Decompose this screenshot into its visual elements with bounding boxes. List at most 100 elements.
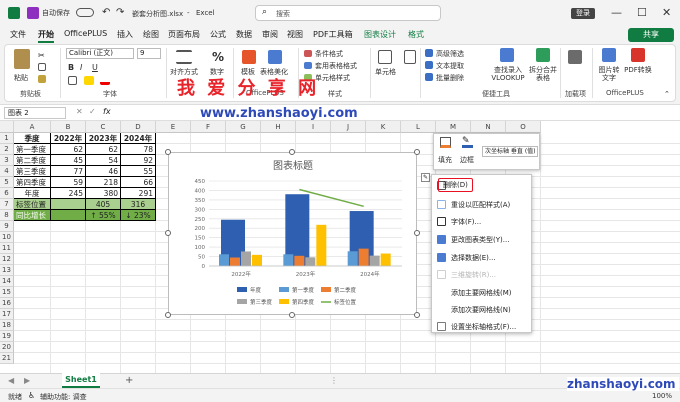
growth-cell[interactable]: 同比增长	[14, 210, 51, 221]
column-header-F[interactable]: F	[191, 121, 226, 133]
row-header-17[interactable]: 17	[0, 309, 14, 320]
growth-cell[interactable]	[51, 210, 86, 221]
table-cell[interactable]: 第二季度	[14, 155, 51, 166]
row-header-3[interactable]: 3	[0, 155, 14, 166]
table-cell[interactable]: 年度	[14, 188, 51, 199]
share-button[interactable]: 共享	[628, 28, 674, 42]
advanced-filter-button[interactable]: 高级筛选	[436, 49, 464, 59]
menu-insert[interactable]: 插入	[117, 29, 133, 40]
select-all-corner[interactable]	[0, 121, 14, 133]
advanced-filter-icon[interactable]	[425, 49, 433, 57]
search-box[interactable]: ⌕ 搜索	[255, 5, 441, 21]
row-header-20[interactable]: 20	[0, 342, 14, 353]
split-merge-button[interactable]: 拆分合并表格	[528, 66, 558, 82]
resize-handle-bl[interactable]	[165, 312, 171, 318]
menu-data[interactable]: 数据	[236, 29, 252, 40]
vlookup-button[interactable]: 查找录入 VLOOKUP	[488, 66, 528, 82]
table-cell[interactable]: 54	[86, 155, 121, 166]
resize-handle-tm[interactable]	[289, 149, 295, 155]
add-sheet-button[interactable]: +	[125, 375, 133, 386]
cond-format-button[interactable]: 条件格式	[315, 49, 343, 59]
context-menu-item[interactable]: 添加次要网格线(N)	[432, 302, 533, 318]
sheet-prev-icon[interactable]: ◀	[8, 376, 14, 385]
zoom-level[interactable]: 100%	[652, 392, 672, 400]
context-menu-item[interactable]: 重设以匹配样式(A)	[432, 197, 533, 213]
menu-formulas[interactable]: 公式	[210, 29, 226, 40]
editing-icon[interactable]	[404, 50, 416, 64]
confirm-entry-icon[interactable]: ✓	[89, 107, 96, 116]
table-cell[interactable]: 92	[121, 155, 156, 166]
column-header-N[interactable]: N	[471, 121, 506, 133]
table-header-cell[interactable]: 2023年	[86, 133, 121, 144]
context-menu-item[interactable]: 更改图表类型(Y)...	[432, 232, 533, 248]
status-accessibility[interactable]: 辅助功能: 调查	[40, 392, 87, 402]
close-icon[interactable]: ✕	[662, 6, 671, 19]
menu-format[interactable]: 格式	[408, 29, 424, 40]
pic-to-text-button[interactable]: 图片转文字	[597, 66, 621, 82]
table-cell[interactable]: 218	[86, 177, 121, 188]
autosave-toggle[interactable]	[76, 8, 94, 17]
table-cell[interactable]: 66	[121, 177, 156, 188]
batch-delete-icon[interactable]	[425, 73, 433, 81]
chart-area[interactable]: 图表标题0501001502002503003504004501802022年2…	[168, 152, 429, 315]
table-cell[interactable]: 62	[86, 144, 121, 155]
column-header-I[interactable]: I	[296, 121, 331, 133]
resize-handle-tl[interactable]	[165, 149, 171, 155]
resize-handle-tr[interactable]	[414, 149, 420, 155]
outline-pen-icon[interactable]: ✎	[462, 137, 473, 148]
row-header-16[interactable]: 16	[0, 298, 14, 309]
resize-handle-br[interactable]	[414, 312, 420, 318]
save-icon[interactable]	[27, 7, 39, 19]
table-cell[interactable]: 第三季度	[14, 166, 51, 177]
row-header-18[interactable]: 18	[0, 320, 14, 331]
menu-file[interactable]: 文件	[10, 29, 26, 40]
italic-button[interactable]: I	[80, 63, 82, 72]
table-cell[interactable]: 380	[86, 188, 121, 199]
pdf-convert-button[interactable]: PDF转换	[624, 66, 652, 74]
border-icon[interactable]	[68, 76, 77, 85]
resize-handle-mr[interactable]	[414, 230, 420, 236]
sheet-tab-active[interactable]: Sheet1	[62, 373, 100, 388]
outline-button[interactable]: 边框	[460, 155, 474, 165]
underline-button[interactable]: U	[92, 63, 98, 72]
ribbon-collapse-icon[interactable]: ⌃	[664, 90, 670, 98]
maximize-icon[interactable]: ☐	[637, 6, 647, 19]
column-header-A[interactable]: A	[14, 121, 51, 133]
copy-icon[interactable]	[38, 63, 46, 71]
fill-button[interactable]: 填充	[438, 155, 452, 165]
row-header-21[interactable]: 21	[0, 353, 14, 364]
column-header-G[interactable]: G	[226, 121, 261, 133]
resize-handle-bm[interactable]	[289, 312, 295, 318]
fill-color-icon[interactable]	[84, 76, 94, 85]
column-header-O[interactable]: O	[506, 121, 541, 133]
table-cell[interactable]: 第四季度	[14, 177, 51, 188]
text-extract-icon[interactable]	[425, 61, 433, 69]
tab-split-handle[interactable]: ⋮	[330, 376, 338, 385]
row-header-12[interactable]: 12	[0, 254, 14, 265]
context-menu-item[interactable]: 选择数据(E)...	[432, 250, 533, 266]
redo-icon[interactable]: ↷	[116, 7, 124, 18]
batch-delete-button[interactable]: 批量删除	[436, 73, 464, 83]
menu-pdf-tools[interactable]: PDF工具箱	[313, 29, 353, 40]
table-cell[interactable]: 291	[121, 188, 156, 199]
split-merge-icon[interactable]	[536, 48, 550, 62]
fill-bucket-icon[interactable]	[440, 137, 451, 148]
menu-chart-design[interactable]: 图表设计	[364, 29, 396, 40]
chart-filter-icon[interactable]: ✎	[421, 173, 430, 182]
table-cell[interactable]: 55	[121, 166, 156, 177]
cancel-entry-icon[interactable]: ✕	[76, 107, 83, 116]
row-header-6[interactable]: 6	[0, 188, 14, 199]
cell-style-button[interactable]: 单元格样式	[315, 73, 350, 83]
table-header-cell[interactable]: 2022年	[51, 133, 86, 144]
align-icon[interactable]	[176, 50, 192, 64]
row-header-7[interactable]: 7	[0, 199, 14, 210]
addins-icon[interactable]	[568, 50, 582, 64]
column-header-K[interactable]: K	[366, 121, 401, 133]
row-header-8[interactable]: 8	[0, 210, 14, 221]
row-header-2[interactable]: 2	[0, 144, 14, 155]
column-header-D[interactable]: D	[121, 121, 156, 133]
template-icon[interactable]	[242, 50, 256, 64]
pic-to-text-icon[interactable]	[602, 48, 616, 62]
minimize-icon[interactable]: —	[611, 6, 622, 19]
cond-format-icon[interactable]	[304, 50, 312, 57]
